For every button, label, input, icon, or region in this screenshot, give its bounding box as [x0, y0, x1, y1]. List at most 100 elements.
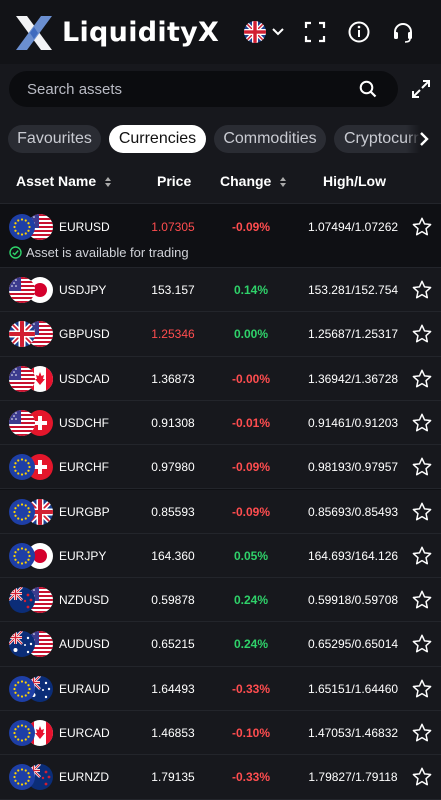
favourite-star-icon[interactable] — [411, 589, 433, 611]
asset-high-low: 1.65151/1.64460 — [307, 681, 399, 696]
asset-price: 1.36873 — [151, 371, 195, 386]
currency-pair-flags — [9, 454, 53, 481]
asset-row[interactable]: USDCAD 1.36873 -0.00% 1.36942/1.36728 — [0, 356, 441, 401]
fullscreen-icon[interactable] — [303, 20, 327, 44]
asset-change: 0.14% — [233, 283, 269, 297]
asset-price: 1.46853 — [151, 726, 195, 740]
liquidityx-logo-icon[interactable] — [14, 13, 54, 53]
eu-flag-icon — [9, 675, 35, 702]
trading-availability: Asset is available for trading — [9, 245, 189, 260]
asset-row[interactable]: GBPUSD 1.25346 0.00% 1.25687/1.25317 — [0, 312, 441, 357]
favourite-star-icon[interactable] — [411, 545, 433, 567]
asset-high-low: 1.25687/1.25317 — [307, 327, 399, 342]
category-tabs: Favourites Currencies Commodities Crypto… — [0, 118, 441, 160]
expand-icon[interactable] — [410, 78, 432, 100]
tabs-scroll-right[interactable] — [406, 125, 441, 153]
tab-favourites[interactable]: Favourites — [8, 125, 101, 153]
asset-price: 1.64493 — [151, 681, 195, 696]
asset-row[interactable]: EURAUD 1.64493 -0.33% 1.65151/1.64460 — [0, 666, 441, 711]
search-input[interactable] — [27, 71, 347, 107]
asset-price: 1.79135 — [151, 770, 195, 785]
asset-row[interactable]: EURCHF 0.97980 -0.09% 0.98193/0.97957 — [0, 445, 441, 490]
app-header: LiquidityX — [0, 0, 441, 64]
favourite-star-icon[interactable] — [411, 678, 433, 700]
currency-pair-flags — [9, 214, 53, 240]
table-header: Asset Name Price Change High/Low — [0, 160, 441, 204]
asset-change: -0.33% — [231, 681, 271, 696]
asset-price: 1.25346 — [151, 327, 195, 342]
sort-icon — [280, 177, 287, 188]
asset-symbol: USDCHF — [59, 415, 109, 430]
asset-change: -0.10% — [231, 726, 271, 740]
tab-commodities[interactable]: Commodities — [214, 125, 326, 153]
asset-high-low: 1.79827/1.79118 — [308, 770, 398, 785]
eu-flag-icon — [9, 214, 35, 240]
asset-high-low: 1.47053/1.46832 — [307, 726, 399, 740]
asset-high-low: 0.91461/0.91203 — [307, 415, 399, 430]
favourite-star-icon[interactable] — [411, 412, 433, 434]
search-bar-area — [0, 64, 441, 118]
us-flag-icon — [9, 365, 35, 392]
asset-row[interactable]: NZDUSD 0.59878 0.24% 0.59918/0.59708 — [0, 578, 441, 623]
eu-flag-icon — [9, 454, 35, 481]
tab-currencies[interactable]: Currencies — [109, 125, 206, 153]
asset-symbol: EURAUD — [59, 681, 110, 696]
currency-pair-flags — [9, 321, 53, 348]
favourite-star-icon[interactable] — [411, 279, 433, 301]
asset-change: -0.33% — [231, 770, 271, 785]
availability-text: Asset is available for trading — [26, 245, 189, 260]
asset-change: 0.24% — [233, 637, 269, 652]
favourite-star-icon[interactable] — [411, 216, 433, 238]
favourite-star-icon[interactable] — [411, 323, 433, 345]
asset-high-low: 153.281/152.754 — [307, 283, 399, 297]
search-field[interactable] — [9, 71, 398, 107]
favourite-star-icon[interactable] — [411, 501, 433, 523]
chevron-right-icon — [420, 132, 429, 146]
favourite-star-icon[interactable] — [411, 766, 433, 788]
eu-flag-icon — [9, 542, 35, 569]
col-price: Price — [157, 173, 192, 189]
chevron-down-icon — [272, 28, 284, 36]
currency-pair-flags — [9, 587, 53, 614]
asset-high-low: 1.36942/1.36728 — [307, 371, 399, 386]
col-change-label: Change — [220, 173, 272, 189]
asset-symbol: EURJPY — [59, 548, 107, 563]
col-change[interactable]: Change — [220, 173, 287, 189]
asset-row[interactable]: USDJPY 153.157 0.14% 153.281/152.754 — [0, 268, 441, 313]
asset-price: 0.59878 — [151, 593, 195, 608]
col-asset-name[interactable]: Asset Name — [16, 173, 112, 189]
asset-row[interactable]: AUDUSD 0.65215 0.24% 0.65295/0.65014 — [0, 622, 441, 667]
asset-price: 1.07305 — [151, 220, 195, 234]
asset-row[interactable]: EURCAD 1.46853 -0.10% 1.47053/1.46832 — [0, 711, 441, 756]
asset-change: 0.05% — [233, 548, 269, 563]
asset-row[interactable]: USDCHF 0.91308 -0.01% 0.91461/0.91203 — [0, 400, 441, 446]
favourite-star-icon[interactable] — [411, 633, 433, 655]
asset-row[interactable]: EURGBP 0.85593 -0.09% 0.85693/0.85493 — [0, 489, 441, 534]
asset-high-low: 1.07494/1.07262 — [307, 220, 399, 234]
uk-flag-icon — [244, 21, 266, 43]
search-icon[interactable] — [359, 80, 377, 98]
headset-icon[interactable] — [391, 20, 415, 44]
favourite-star-icon[interactable] — [411, 456, 433, 478]
eu-flag-icon — [9, 720, 35, 746]
asset-price: 164.360 — [151, 548, 195, 563]
us-flag-icon — [9, 277, 35, 303]
asset-row[interactable]: EURNZD 1.79135 -0.33% 1.79827/1.79118 — [0, 755, 441, 800]
nz-flag-icon — [9, 587, 35, 614]
language-selector[interactable] — [244, 21, 286, 43]
currency-pair-flags — [9, 542, 53, 569]
asset-symbol: NZDUSD — [59, 593, 109, 608]
col-asset-label: Asset Name — [16, 173, 97, 189]
asset-high-low: 0.85693/0.85493 — [307, 504, 399, 519]
eu-flag-icon — [9, 498, 35, 525]
favourite-star-icon[interactable] — [411, 368, 433, 390]
info-icon[interactable] — [347, 20, 371, 44]
asset-row[interactable]: EURJPY 164.360 0.05% 164.693/164.126 — [0, 533, 441, 579]
currency-pair-flags — [9, 365, 53, 392]
asset-change: 0.24% — [233, 593, 269, 608]
favourite-star-icon[interactable] — [411, 722, 433, 744]
asset-row[interactable]: EURUSD 1.07305 -0.09% 1.07494/1.07262 Asset … — [0, 204, 441, 268]
us-flag-icon — [9, 409, 35, 436]
asset-change: -0.00% — [231, 371, 271, 386]
currency-pair-flags — [9, 720, 53, 746]
